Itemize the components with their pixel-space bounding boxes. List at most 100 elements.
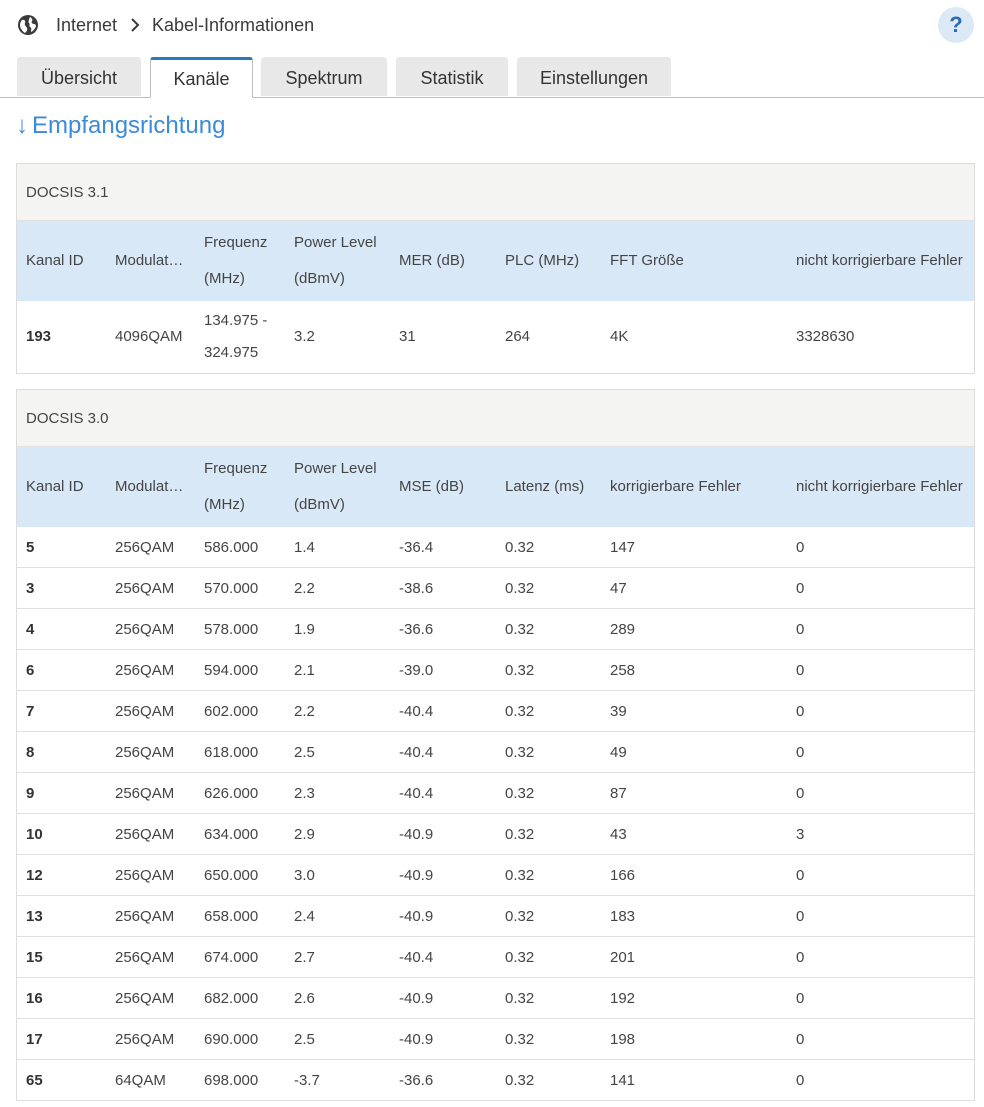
tab-kanaele[interactable]: Kanäle xyxy=(150,57,253,98)
col-header: Latenz (ms) xyxy=(496,447,601,527)
table-cell: 201 xyxy=(601,936,787,978)
tab-einstellungen[interactable]: Einstellungen xyxy=(517,57,671,96)
table-cell: 0 xyxy=(787,936,974,978)
tab-statistik[interactable]: Statistik xyxy=(396,57,508,96)
table-cell: 0.32 xyxy=(496,1018,601,1060)
channel-id-cell: 3 xyxy=(17,567,106,609)
tab-uebersicht[interactable]: Übersicht xyxy=(17,57,141,96)
breadcrumb-internet[interactable]: Internet xyxy=(56,14,117,36)
channel-id-cell: 65 xyxy=(17,1059,106,1101)
docsis30-title: DOCSIS 3.0 xyxy=(17,390,974,447)
table-row: 7 256QAM 602.000 2.2 -40.4 0.32 39 0 xyxy=(17,690,974,732)
channel-id-cell: 5 xyxy=(17,527,106,568)
table-cell: 0.32 xyxy=(496,895,601,937)
table-cell: -36.6 xyxy=(390,608,496,650)
col-header: Power Level (dBmV) xyxy=(285,447,390,527)
table-cell: 4096QAM xyxy=(106,301,195,374)
section-title-text: Empfangsrichtung xyxy=(32,112,226,139)
col-header: nicht korrigierbare Fehler xyxy=(787,221,974,301)
table-cell: 39 xyxy=(601,690,787,732)
col-header: Frequenz (MHz) xyxy=(195,221,285,301)
table-cell: 634.000 xyxy=(195,813,285,855)
col-header: Kanal ID xyxy=(17,447,106,527)
docsis31-panel: DOCSIS 3.1 Kanal ID Modulat… Frequenz (M… xyxy=(16,163,975,374)
table-cell: -39.0 xyxy=(390,649,496,691)
chevron-right-icon xyxy=(131,18,140,32)
table-cell: 0 xyxy=(787,690,974,732)
table-cell: 0 xyxy=(787,731,974,773)
table-cell: 602.000 xyxy=(195,690,285,732)
table-cell: 0.32 xyxy=(496,649,601,691)
channel-id-cell: 13 xyxy=(17,895,106,937)
col-header: Modulat… xyxy=(106,447,195,527)
table-cell: 3.0 xyxy=(285,854,390,896)
table-cell: 198 xyxy=(601,1018,787,1060)
channel-id-cell: 4 xyxy=(17,608,106,650)
table-cell: 256QAM xyxy=(106,567,195,609)
tab-spektrum[interactable]: Spektrum xyxy=(261,57,387,96)
table-cell: 256QAM xyxy=(106,527,195,568)
table-cell: 0 xyxy=(787,608,974,650)
col-header: MSE (dB) xyxy=(390,447,496,527)
table-cell: 2.2 xyxy=(285,567,390,609)
table-cell: 4K xyxy=(601,301,787,374)
col-header: Power Level (dBmV) xyxy=(285,221,390,301)
table-cell: 289 xyxy=(601,608,787,650)
table-cell: 2.1 xyxy=(285,649,390,691)
table-cell: 0.32 xyxy=(496,527,601,568)
table-row: 9 256QAM 626.000 2.3 -40.4 0.32 87 0 xyxy=(17,772,974,814)
tab-bar: Übersicht Kanäle Spektrum Statistik Eins… xyxy=(0,57,984,98)
table-cell: 682.000 xyxy=(195,977,285,1019)
table-cell: -40.4 xyxy=(390,690,496,732)
table-row: 16 256QAM 682.000 2.6 -40.9 0.32 192 0 xyxy=(17,977,974,1019)
table-cell: 256QAM xyxy=(106,895,195,937)
table-row: 193 4096QAM 134.975 - 324.975 3.2 31 264 4K 332… xyxy=(17,301,974,374)
table-cell: 0.32 xyxy=(496,731,601,773)
table-cell: 570.000 xyxy=(195,567,285,609)
col-header: Frequenz (MHz) xyxy=(195,447,285,527)
table-cell: 0 xyxy=(787,567,974,609)
table-cell: -36.6 xyxy=(390,1059,496,1101)
help-button[interactable]: ? xyxy=(938,7,974,43)
table-cell: -40.4 xyxy=(390,772,496,814)
table-cell: 3328630 xyxy=(787,301,974,374)
channel-id-cell: 17 xyxy=(17,1018,106,1060)
col-header: MER (dB) xyxy=(390,221,496,301)
table-row: 65 64QAM 698.000 -3.7 -36.6 0.32 141 0 xyxy=(17,1059,974,1101)
table-cell: -40.9 xyxy=(390,854,496,896)
table-cell: 256QAM xyxy=(106,772,195,814)
table-cell: 0 xyxy=(787,527,974,568)
table-cell: 166 xyxy=(601,854,787,896)
table-cell: 49 xyxy=(601,731,787,773)
table-cell: -40.9 xyxy=(390,813,496,855)
channel-id-cell: 12 xyxy=(17,854,106,896)
table-cell: 2.7 xyxy=(285,936,390,978)
globe-icon xyxy=(18,15,38,35)
table-cell: 0 xyxy=(787,1059,974,1101)
table-cell: 0.32 xyxy=(496,977,601,1019)
table-cell: 256QAM xyxy=(106,1018,195,1060)
table-cell: 2.3 xyxy=(285,772,390,814)
table-row: 8 256QAM 618.000 2.5 -40.4 0.32 49 0 xyxy=(17,731,974,773)
table-row: 10 256QAM 634.000 2.9 -40.9 0.32 43 3 xyxy=(17,813,974,855)
table-cell: 0 xyxy=(787,895,974,937)
table-cell: 0.32 xyxy=(496,690,601,732)
table-cell: -38.6 xyxy=(390,567,496,609)
table-cell: 43 xyxy=(601,813,787,855)
table-cell: 256QAM xyxy=(106,608,195,650)
table-cell: 2.5 xyxy=(285,1018,390,1060)
table-cell: 2.2 xyxy=(285,690,390,732)
channel-id-cell: 9 xyxy=(17,772,106,814)
top-bar: Internet Kabel-Informationen ? xyxy=(0,0,984,52)
table-cell: 0.32 xyxy=(496,813,601,855)
table-cell: 674.000 xyxy=(195,936,285,978)
table-cell: 0.32 xyxy=(496,772,601,814)
table-cell: 1.9 xyxy=(285,608,390,650)
breadcrumb-current: Kabel-Informationen xyxy=(152,15,315,35)
table-cell: 192 xyxy=(601,977,787,1019)
table-cell: 2.9 xyxy=(285,813,390,855)
channel-id-cell: 16 xyxy=(17,977,106,1019)
channel-id-cell: 193 xyxy=(17,301,106,374)
table-header-row: Kanal ID Modulat… Frequenz (MHz) Power L… xyxy=(17,221,974,301)
table-cell: 256QAM xyxy=(106,936,195,978)
